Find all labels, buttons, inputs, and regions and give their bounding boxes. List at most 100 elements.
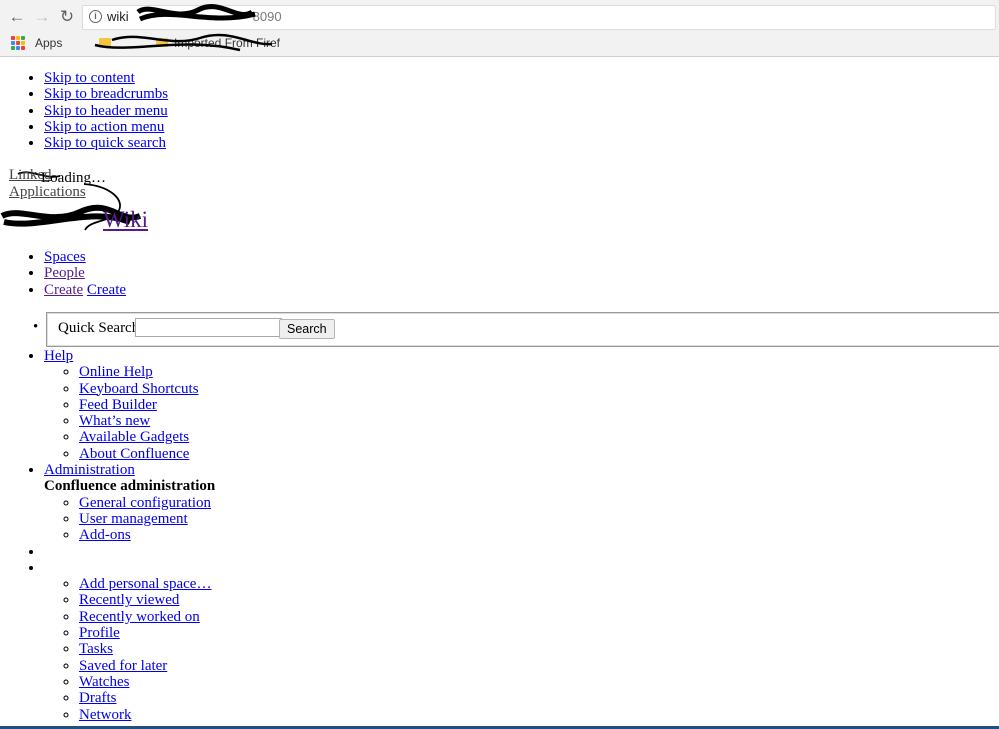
whats-new-link[interactable]: What’s new	[79, 413, 150, 429]
list-item: Recently viewed	[79, 592, 544, 608]
skip-links: Skip to content Skip to breadcrumbs Skip…	[0, 70, 444, 151]
site-title-text: Wiki	[103, 207, 149, 232]
list-item: Skip to breadcrumbs	[44, 86, 444, 102]
watches-link[interactable]: Watches	[79, 674, 129, 690]
list-item: Skip to content	[44, 70, 444, 86]
network-link[interactable]: Network	[79, 707, 132, 723]
keyboard-shortcuts-link[interactable]: Keyboard Shortcuts	[79, 381, 199, 397]
empty-menu-item	[44, 544, 544, 560]
list-item: Feed Builder	[79, 397, 544, 413]
list-item: Online Help	[79, 364, 544, 380]
url-text[interactable]: wiki 8090	[107, 9, 282, 24]
profile-link[interactable]: Profile	[79, 625, 120, 641]
general-configuration-link[interactable]: General configuration	[79, 495, 211, 511]
skip-to-breadcrumbs-link[interactable]: Skip to breadcrumbs	[44, 86, 168, 102]
quick-search-row: • Quick Search Search	[0, 312, 999, 347]
list-item: Tasks	[79, 641, 544, 657]
list-item: About Confluence	[79, 446, 544, 462]
address-bar[interactable]: i wiki 8090	[82, 5, 996, 30]
list-item: Drafts	[79, 690, 544, 706]
loading-text: Loading…	[41, 170, 106, 186]
apps-grid-dot	[11, 41, 15, 45]
user-management-link[interactable]: User management	[79, 511, 188, 527]
about-confluence-link[interactable]: About Confluence	[79, 446, 189, 462]
recently-viewed-link[interactable]: Recently viewed	[79, 592, 179, 608]
tasks-link[interactable]: Tasks	[79, 641, 113, 657]
list-item: Create Create	[44, 282, 444, 298]
list-item: Spaces	[44, 249, 444, 265]
back-arrow-icon[interactable]: ←	[6, 6, 28, 28]
administration-link[interactable]: Administration	[44, 462, 135, 478]
quick-search-input[interactable]	[135, 318, 282, 337]
feed-builder-link[interactable]: Feed Builder	[79, 397, 157, 413]
skip-to-action-menu-link[interactable]: Skip to action menu	[44, 119, 164, 135]
list-item: What’s new	[79, 413, 544, 429]
list-item: User management	[79, 511, 544, 527]
quick-search-fieldset: Quick Search Search	[46, 312, 999, 347]
online-help-link[interactable]: Online Help	[79, 364, 153, 380]
browser-chrome: ← → ↻ i wiki 8090 Apps Imported From Fire…	[0, 0, 999, 57]
list-item: Skip to action menu	[44, 119, 444, 135]
apps-grid-dot	[16, 36, 20, 40]
list-item: Network	[79, 707, 544, 723]
list-item: Skip to quick search	[44, 135, 444, 151]
bookmark-imported-label: Imported From Firef	[174, 36, 281, 50]
admin-submenu: General configuration User management Ad…	[44, 495, 544, 544]
list-item: Watches	[79, 674, 544, 690]
list-item: Add-ons	[79, 527, 544, 543]
list-item: Add personal space…	[79, 576, 544, 592]
url-port: 8090	[252, 9, 282, 24]
list-item: Recently worked on	[79, 609, 544, 625]
bookmark-folder-redacted[interactable]	[99, 36, 117, 50]
site-title-link[interactable]: Wiki	[8, 207, 148, 233]
apps-grid-dot	[16, 41, 20, 45]
create-link-2[interactable]: Create	[87, 282, 126, 298]
apps-grid-dot	[11, 36, 15, 40]
recently-worked-on-link[interactable]: Recently worked on	[79, 609, 200, 625]
user-menu: Add personal space… Recently viewed Rece…	[44, 560, 544, 723]
add-ons-link[interactable]: Add-ons	[79, 527, 131, 543]
create-link[interactable]: Create	[44, 282, 83, 298]
apps-grid-dot	[11, 46, 15, 50]
apps-grid-icon[interactable]	[11, 36, 25, 50]
available-gadgets-link[interactable]: Available Gadgets	[79, 429, 189, 445]
apps-grid-dot	[21, 46, 25, 50]
forward-arrow-icon[interactable]: →	[31, 6, 53, 28]
skip-to-content-link[interactable]: Skip to content	[44, 70, 135, 86]
help-menu: Help Online Help Keyboard Shortcuts Feed…	[44, 348, 544, 462]
list-item: General configuration	[79, 495, 544, 511]
drafts-link[interactable]: Drafts	[79, 690, 117, 706]
url-host: wiki	[107, 9, 129, 24]
user-submenu: Add personal space… Recently viewed Rece…	[44, 576, 544, 723]
apps-grid-dot	[21, 41, 25, 45]
list-bullet: •	[33, 319, 39, 335]
quick-search-label: Quick Search	[58, 320, 140, 336]
spaces-link[interactable]: Spaces	[44, 249, 86, 265]
list-item: Skip to header menu	[44, 103, 444, 119]
search-button[interactable]: Search	[279, 319, 335, 339]
bookmarks-bar: Apps Imported From Firef	[0, 31, 999, 55]
help-submenu: Online Help Keyboard Shortcuts Feed Buil…	[44, 364, 544, 462]
main-nav: Spaces People Create Create	[0, 249, 444, 298]
bookmark-imported-folder[interactable]: Imported From Firef	[156, 36, 280, 50]
list-item: Profile	[79, 625, 544, 641]
skip-to-quick-search-link[interactable]: Skip to quick search	[44, 135, 166, 151]
skip-to-header-menu-link[interactable]: Skip to header menu	[44, 103, 168, 119]
list-item: People	[44, 265, 444, 281]
apps-grid-dot	[21, 36, 25, 40]
list-item: Keyboard Shortcuts	[79, 381, 544, 397]
bookmark-apps[interactable]: Apps	[35, 36, 62, 50]
list-item: Saved for later	[79, 658, 544, 674]
people-link[interactable]: People	[44, 265, 85, 281]
saved-for-later-link[interactable]: Saved for later	[79, 658, 167, 674]
admin-menu: Administration Confluence administration…	[44, 462, 544, 543]
info-icon[interactable]: i	[89, 10, 102, 23]
confluence-administration-heading: Confluence administration	[44, 478, 216, 495]
reload-icon[interactable]: ↻	[56, 6, 78, 28]
header-menus: Help Online Help Keyboard Shortcuts Feed…	[0, 348, 544, 723]
add-personal-space-link[interactable]: Add personal space…	[79, 576, 211, 592]
folder-icon	[156, 38, 168, 48]
list-item: Available Gadgets	[79, 429, 544, 445]
apps-grid-dot	[16, 46, 20, 50]
help-link[interactable]: Help	[44, 348, 73, 364]
